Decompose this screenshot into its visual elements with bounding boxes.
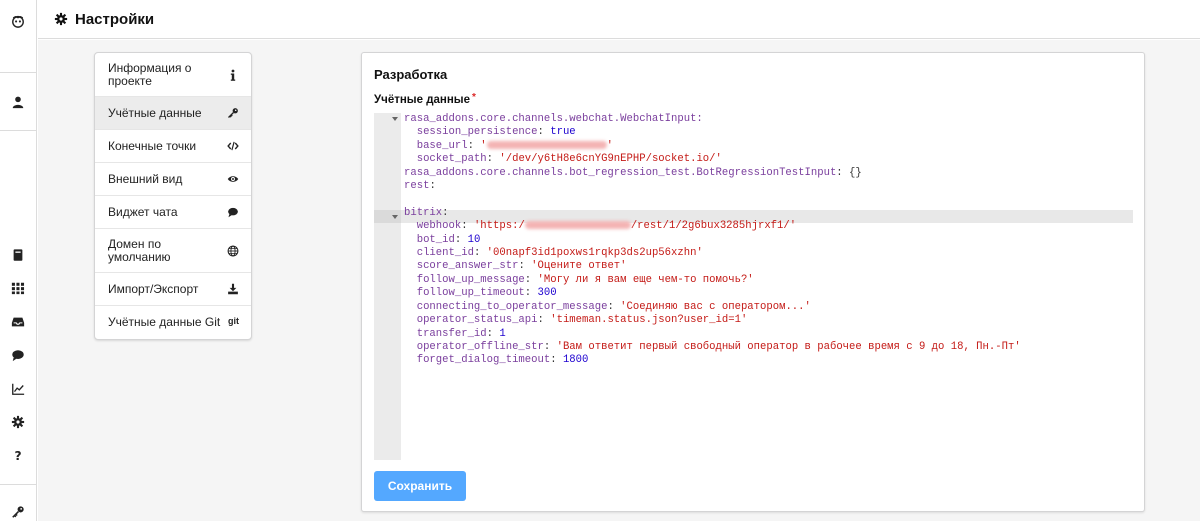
chat-icon[interactable] bbox=[8, 345, 28, 365]
menu-item-label: Домен по умолчанию bbox=[108, 236, 171, 264]
code-key: webhook bbox=[416, 220, 462, 233]
key-icon[interactable] bbox=[8, 502, 28, 521]
gear-icon bbox=[54, 12, 68, 26]
code-value: '00napf3id1poxws1rqkp3ds2up56xzhn' bbox=[486, 247, 703, 260]
card-title: Разработка bbox=[374, 67, 448, 82]
chat-icon bbox=[227, 206, 239, 218]
fold-arrow-icon[interactable] bbox=[392, 116, 398, 122]
settings-menu: Информация о проекте Учётные данные Коне… bbox=[94, 52, 252, 340]
menu-item-git-credentials[interactable]: Учётные данные Git git bbox=[95, 306, 251, 339]
code-key: score_answer_str bbox=[416, 260, 519, 273]
menu-item-appearance[interactable]: Внешний вид bbox=[95, 163, 251, 196]
left-rail: ? bbox=[0, 0, 37, 521]
code-key: operator_offline_str bbox=[416, 340, 544, 353]
code-editor[interactable]: rasa_addons.core.channels.webchat.Webcha… bbox=[374, 113, 1133, 460]
globe-icon bbox=[227, 245, 239, 257]
code-value: 10 bbox=[467, 233, 481, 246]
code-key: rasa_addons.core.channels.bot_regression… bbox=[404, 166, 837, 179]
code-value: 'Могу ли я вам еще чем-то помочь?' bbox=[537, 273, 754, 286]
code-key: bitrix bbox=[404, 206, 443, 219]
menu-item-endpoints[interactable]: Конечные точки bbox=[95, 130, 251, 163]
menu-item-label: Конечные точки bbox=[108, 138, 197, 153]
required-mark: * bbox=[472, 92, 476, 103]
code-value: /rest/1/2g6bux3285hjrxf1/' bbox=[630, 220, 797, 233]
help-icon[interactable]: ? bbox=[8, 445, 28, 465]
redacted-value bbox=[486, 141, 607, 150]
field-label: Учётные данные * bbox=[374, 92, 476, 106]
code-value: 1 bbox=[499, 327, 506, 340]
grid-icon[interactable] bbox=[8, 278, 28, 298]
redacted-value bbox=[524, 221, 631, 230]
code-value: 'Оцените ответ' bbox=[531, 260, 627, 273]
code-key: rest bbox=[404, 180, 430, 193]
main-area: Информация о проекте Учётные данные Коне… bbox=[38, 40, 1200, 521]
book-icon[interactable] bbox=[8, 245, 28, 265]
code-key: forget_dialog_timeout bbox=[416, 354, 551, 367]
code-value: 300 bbox=[537, 287, 557, 300]
info-icon bbox=[227, 69, 239, 81]
field-label-text: Учётные данные bbox=[374, 94, 471, 106]
fold-arrow-icon[interactable] bbox=[392, 214, 398, 220]
code-content[interactable]: rasa_addons.core.channels.webchat.Webcha… bbox=[404, 113, 1021, 368]
code-value: true bbox=[550, 126, 576, 139]
menu-item-label: Учётные данные Git bbox=[108, 315, 221, 329]
menu-item-chat-widget[interactable]: Виджет чата bbox=[95, 196, 251, 229]
menu-item-label: Импорт/Экспорт bbox=[108, 281, 199, 296]
menu-item-default-domain[interactable]: Домен по умолчанию bbox=[95, 229, 251, 273]
code-key: socket_path bbox=[416, 153, 487, 166]
menu-item-label: Виджет чата bbox=[108, 204, 178, 219]
code-key: follow_up_message bbox=[416, 273, 525, 286]
menu-item-import-export[interactable]: Импорт/Экспорт bbox=[95, 273, 251, 306]
code-value: 'Соединяю вас с оператором...' bbox=[620, 300, 811, 313]
eye-icon bbox=[227, 173, 239, 185]
code-key: client_id bbox=[416, 247, 474, 260]
download-icon bbox=[227, 283, 239, 295]
code-value: 'Вам ответит первый свободный оператор в… bbox=[556, 340, 1021, 353]
code-value: 1800 bbox=[562, 354, 589, 367]
code-key: session_persistence bbox=[416, 126, 538, 139]
code-key: operator_status_api bbox=[416, 314, 538, 327]
page-header: Настройки bbox=[38, 0, 1200, 39]
code-value: 'https:/ bbox=[473, 220, 525, 233]
chart-icon[interactable] bbox=[8, 379, 28, 399]
code-value: {} bbox=[849, 166, 862, 179]
code-key: follow_up_timeout bbox=[416, 287, 525, 300]
rail-divider bbox=[0, 72, 36, 73]
code-key: connecting_to_operator_message bbox=[416, 300, 608, 313]
settings-card: Разработка Учётные данные * rasa_addons.c… bbox=[361, 52, 1145, 512]
menu-item-label: Учётные данные bbox=[108, 105, 202, 120]
menu-item-credentials[interactable]: Учётные данные bbox=[95, 97, 251, 130]
save-button[interactable]: Сохранить bbox=[374, 471, 466, 501]
code-value: 'timeman.status.json?user_id=1' bbox=[550, 314, 748, 327]
editor-gutter bbox=[374, 113, 401, 460]
inbox-icon[interactable] bbox=[8, 312, 28, 332]
key-icon bbox=[227, 107, 239, 119]
logo-owl-icon[interactable] bbox=[8, 11, 28, 31]
rail-divider bbox=[0, 130, 36, 131]
code-key: bot_id bbox=[416, 233, 455, 246]
code-icon bbox=[227, 140, 239, 152]
menu-item-label: Информация о проекте bbox=[108, 60, 192, 88]
code-value: '/dev/y6tH8e6cnYG9nEPHP/socket.io/' bbox=[499, 153, 722, 166]
user-icon[interactable] bbox=[8, 92, 28, 112]
page-title: Настройки bbox=[75, 10, 155, 28]
code-key: base_url bbox=[416, 139, 468, 152]
rail-divider bbox=[0, 484, 36, 485]
git-icon: git bbox=[228, 315, 239, 326]
svg-text:?: ? bbox=[14, 449, 21, 462]
code-line: rasa_addons.core.channels.webchat.Webcha… bbox=[404, 113, 703, 125]
menu-item-label: Внешний вид bbox=[108, 171, 183, 186]
code-key: transfer_id bbox=[416, 327, 487, 340]
gear-icon[interactable] bbox=[8, 412, 28, 432]
menu-item-project-info[interactable]: Информация о проекте bbox=[95, 53, 251, 97]
